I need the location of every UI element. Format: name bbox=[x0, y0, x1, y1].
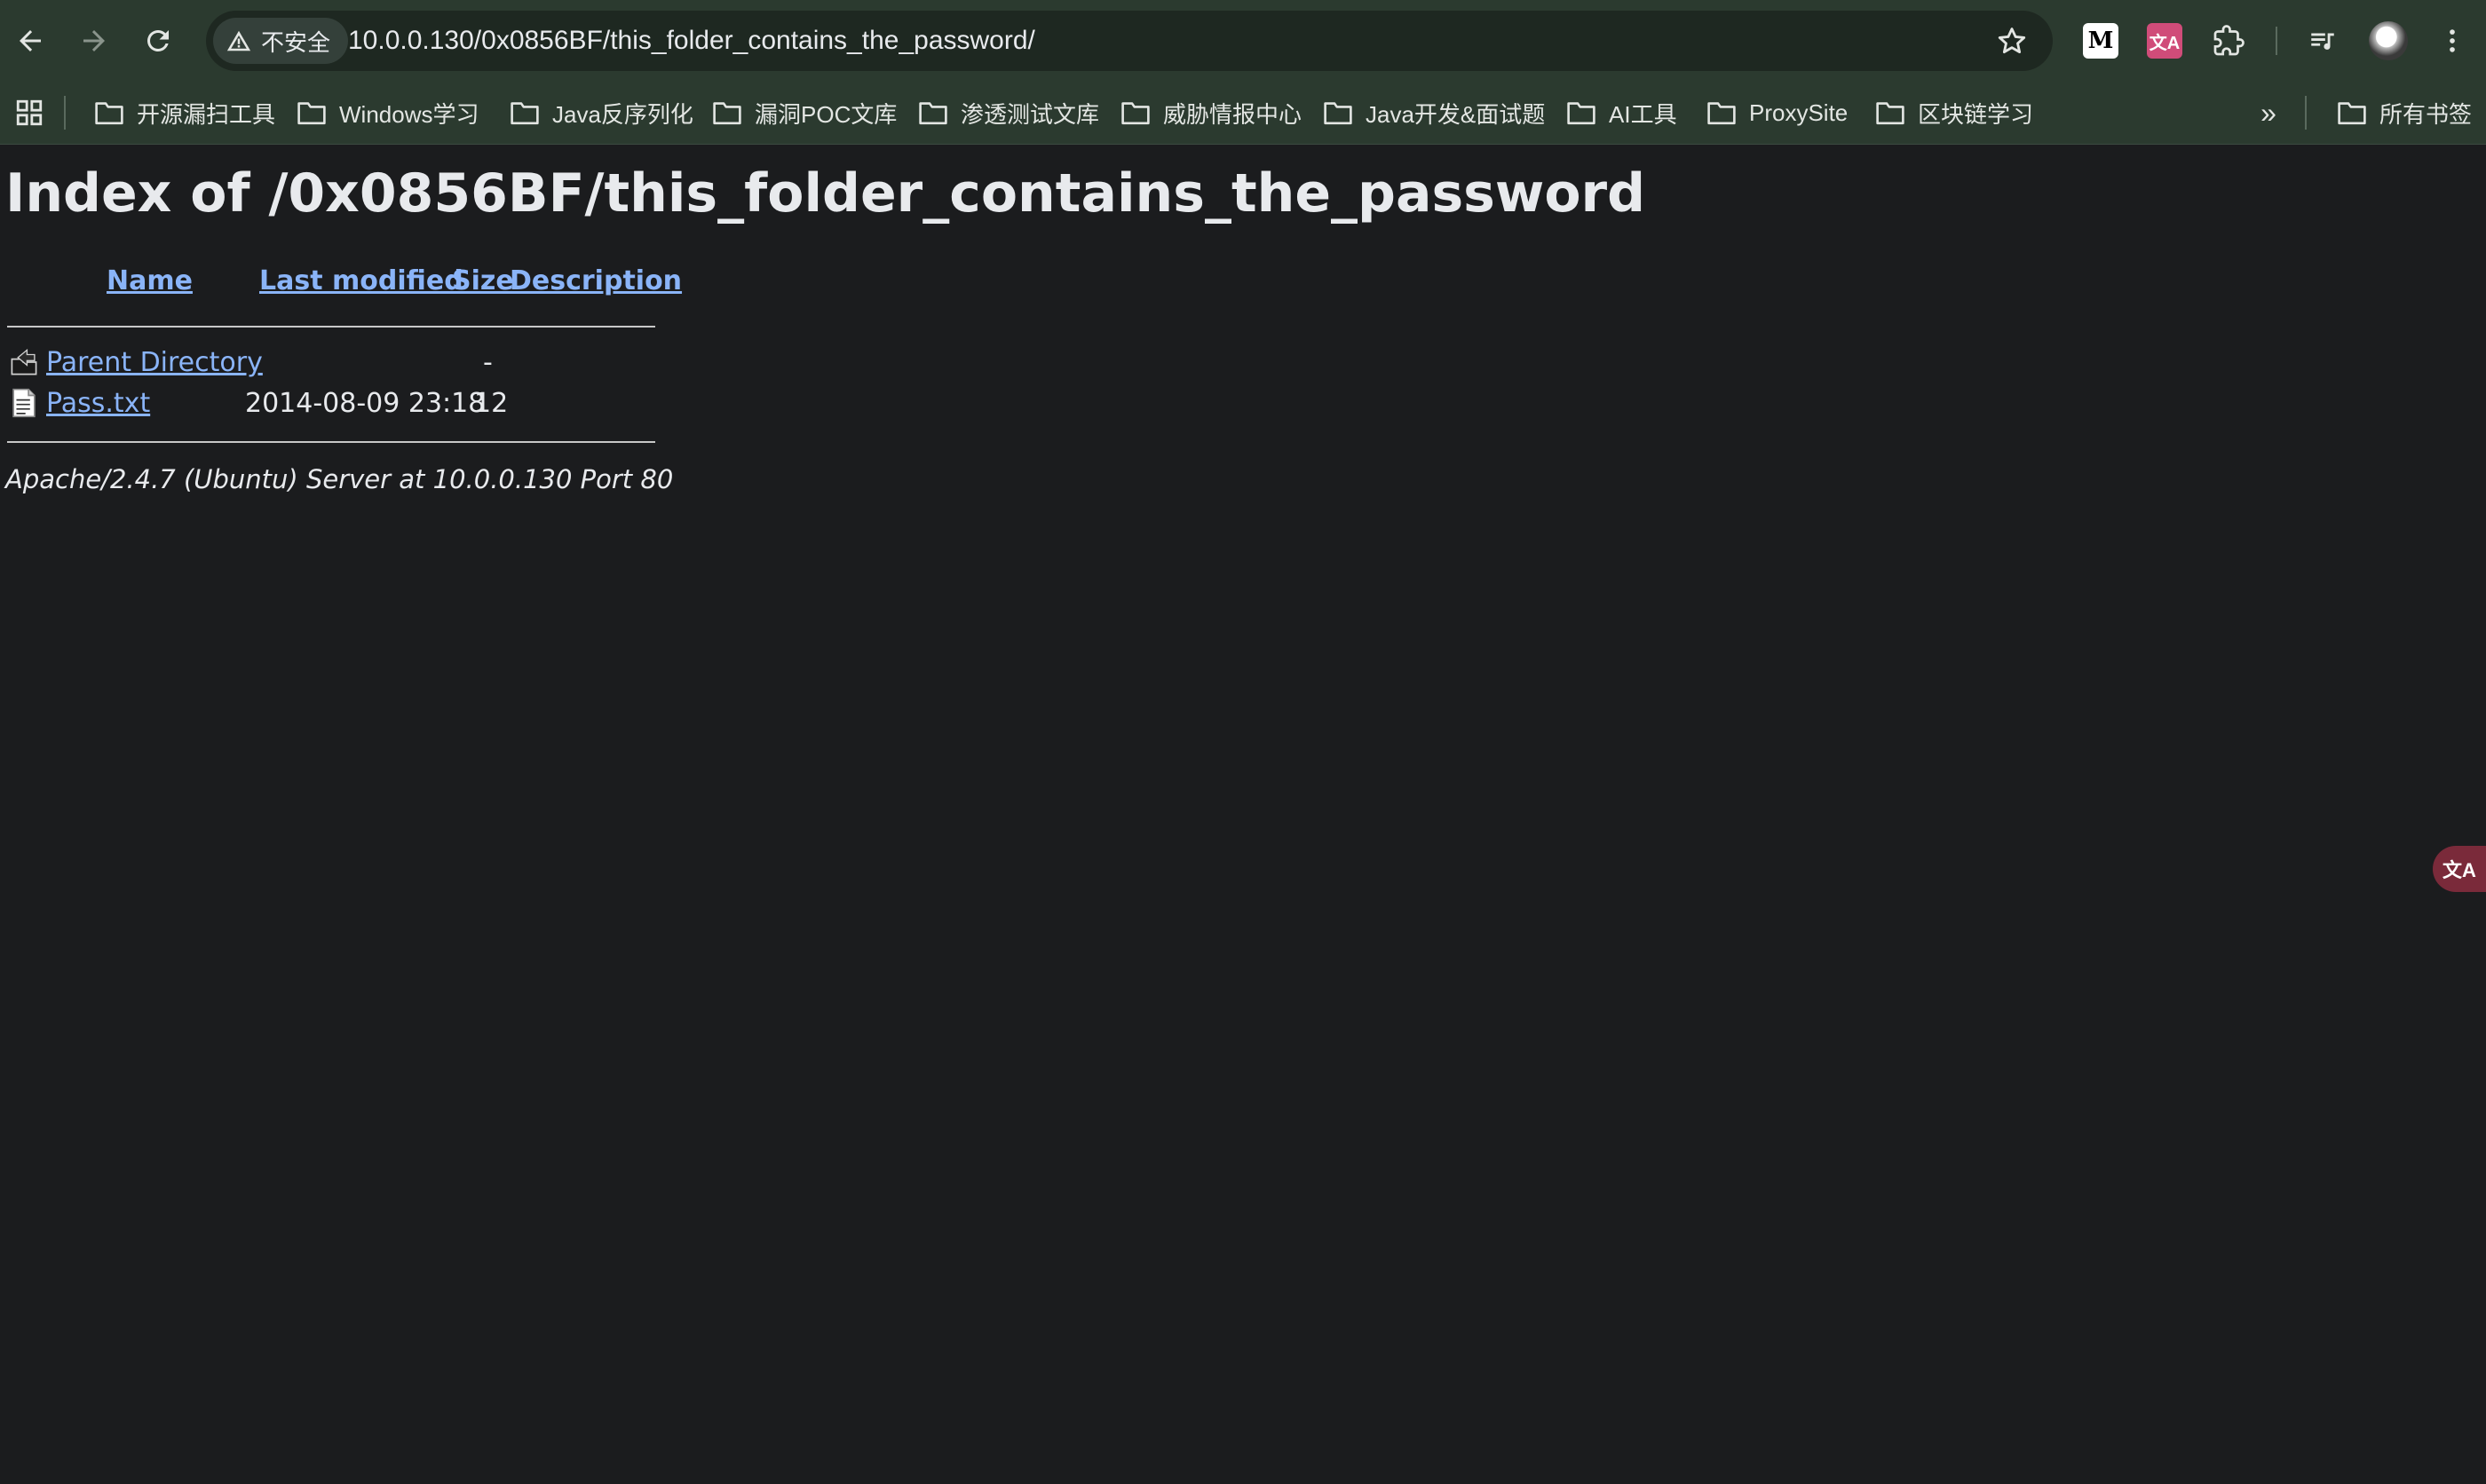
bookmark-folder[interactable]: Windows学习 bbox=[297, 91, 479, 135]
bookmark-folder[interactable]: Java反序列化 bbox=[510, 91, 693, 135]
bookmark-label: Java开发&面试题 bbox=[1366, 100, 1546, 128]
bookmark-label: 区块链学习 bbox=[1918, 100, 2034, 128]
apps-grid-icon bbox=[16, 99, 43, 126]
header-divider bbox=[7, 326, 655, 328]
folder-icon bbox=[1324, 102, 1352, 125]
folder-icon bbox=[713, 102, 741, 125]
page-content: Index of /0x0856BF/this_folder_contains_… bbox=[0, 145, 2486, 1484]
folder-icon bbox=[1876, 102, 1904, 125]
browser-toolbar: 不安全 10.0.0.130/0x0856BF/this_folder_cont… bbox=[0, 0, 2486, 82]
translate-extension-icon: 文A bbox=[2147, 23, 2182, 59]
bookmarks-divider bbox=[2305, 96, 2307, 130]
parent-directory-link[interactable]: Parent Directory bbox=[46, 347, 263, 378]
kebab-menu-icon bbox=[2450, 29, 2455, 52]
url-text[interactable]: 10.0.0.130/0x0856BF/this_folder_contains… bbox=[348, 11, 1035, 71]
browser-menu-button[interactable] bbox=[2429, 18, 2475, 64]
reload-button[interactable] bbox=[133, 16, 183, 66]
footer-divider bbox=[7, 441, 655, 443]
extension-m-button[interactable]: M bbox=[2078, 18, 2124, 64]
star-icon bbox=[1998, 28, 2026, 54]
media-control-button[interactable] bbox=[2300, 18, 2346, 64]
apps-button[interactable] bbox=[11, 94, 48, 131]
extensions-puzzle-icon bbox=[2213, 25, 2245, 56]
media-control-icon bbox=[2311, 33, 2334, 50]
bookmark-label: Windows学习 bbox=[339, 100, 479, 128]
bookmark-label: 渗透测试文库 bbox=[961, 100, 1100, 128]
toolbar-divider bbox=[2276, 27, 2277, 55]
bookmarks-bar: 开源漏扫工具 Windows学习 Java反序列化 漏洞POC文库 渗透测试文库… bbox=[0, 82, 2486, 145]
bookmark-folder[interactable]: 区块链学习 bbox=[1875, 91, 2033, 135]
name-column-header[interactable]: Name bbox=[107, 265, 193, 296]
extension-translate-button[interactable]: 文A bbox=[2142, 18, 2188, 64]
all-bookmarks-button[interactable]: 所有书签 bbox=[2337, 91, 2472, 135]
profile-button[interactable] bbox=[2365, 18, 2411, 64]
bookmark-folder[interactable]: 渗透测试文库 bbox=[918, 91, 1099, 135]
bookmark-label: 威胁情报中心 bbox=[1163, 100, 1302, 128]
bookmark-folder[interactable]: ProxySite bbox=[1706, 91, 1848, 135]
description-column-header[interactable]: Description bbox=[510, 265, 682, 296]
bookmark-label: AI工具 bbox=[1609, 100, 1677, 128]
extensions-button[interactable] bbox=[2205, 18, 2252, 64]
bookmark-folder[interactable]: 漏洞POC文库 bbox=[712, 91, 897, 135]
address-bar[interactable]: 不安全 10.0.0.130/0x0856BF/this_folder_cont… bbox=[206, 11, 2053, 71]
forward-arrow-icon bbox=[83, 30, 105, 51]
folder-icon bbox=[511, 102, 539, 125]
file-last-modified: 2014-08-09 23:18 bbox=[245, 388, 486, 419]
m-extension-icon: M bbox=[2083, 23, 2118, 59]
reload-icon bbox=[147, 29, 169, 51]
bookmark-label: Java反序列化 bbox=[552, 100, 693, 128]
bookmark-folder[interactable]: 威胁情报中心 bbox=[1120, 91, 1302, 135]
bookmark-label: ProxySite bbox=[1749, 99, 1849, 126]
folder-icon bbox=[1121, 102, 1150, 125]
file-link[interactable]: Pass.txt bbox=[46, 388, 150, 419]
parent-directory-size: - bbox=[483, 347, 493, 378]
back-folder-icon bbox=[11, 348, 37, 375]
bookmark-label: 漏洞POC文库 bbox=[755, 100, 898, 128]
bookmark-folder[interactable]: AI工具 bbox=[1566, 91, 1677, 135]
folder-icon bbox=[1707, 102, 1736, 125]
security-chip[interactable]: 不安全 bbox=[213, 18, 349, 64]
folder-icon bbox=[2338, 102, 2366, 125]
forward-button[interactable] bbox=[69, 16, 119, 66]
bookmark-folder[interactable]: 开源漏扫工具 bbox=[94, 91, 275, 135]
bookmark-label: 开源漏扫工具 bbox=[137, 100, 276, 128]
translate-icon: 文A bbox=[2442, 859, 2476, 881]
back-arrow-icon bbox=[20, 30, 41, 51]
bookmark-folder[interactable]: Java开发&面试题 bbox=[1323, 91, 1545, 135]
folder-icon bbox=[297, 102, 326, 125]
more-bookmarks-button[interactable]: » bbox=[2250, 94, 2287, 131]
security-label: 不安全 bbox=[261, 28, 331, 56]
last-modified-column-header[interactable]: Last modified bbox=[259, 265, 463, 296]
folder-icon bbox=[919, 102, 947, 125]
file-size: 12 bbox=[474, 388, 509, 419]
warning-icon bbox=[226, 30, 251, 51]
back-button[interactable] bbox=[5, 16, 55, 66]
server-signature: Apache/2.4.7 (Ubuntu) Server at 10.0.0.1… bbox=[5, 464, 674, 494]
page-title: Index of /0x0856BF/this_folder_contains_… bbox=[5, 162, 1646, 225]
floating-translate-button[interactable]: 文A bbox=[2433, 846, 2486, 892]
avatar bbox=[2369, 21, 2408, 60]
bookmark-star-button[interactable] bbox=[1992, 21, 2031, 60]
bookmarks-divider bbox=[64, 96, 66, 130]
text-file-icon bbox=[12, 388, 36, 418]
folder-icon bbox=[95, 102, 123, 125]
folder-icon bbox=[1567, 102, 1595, 125]
all-bookmarks-label: 所有书签 bbox=[2379, 100, 2473, 128]
size-column-header[interactable]: Size bbox=[452, 265, 514, 296]
